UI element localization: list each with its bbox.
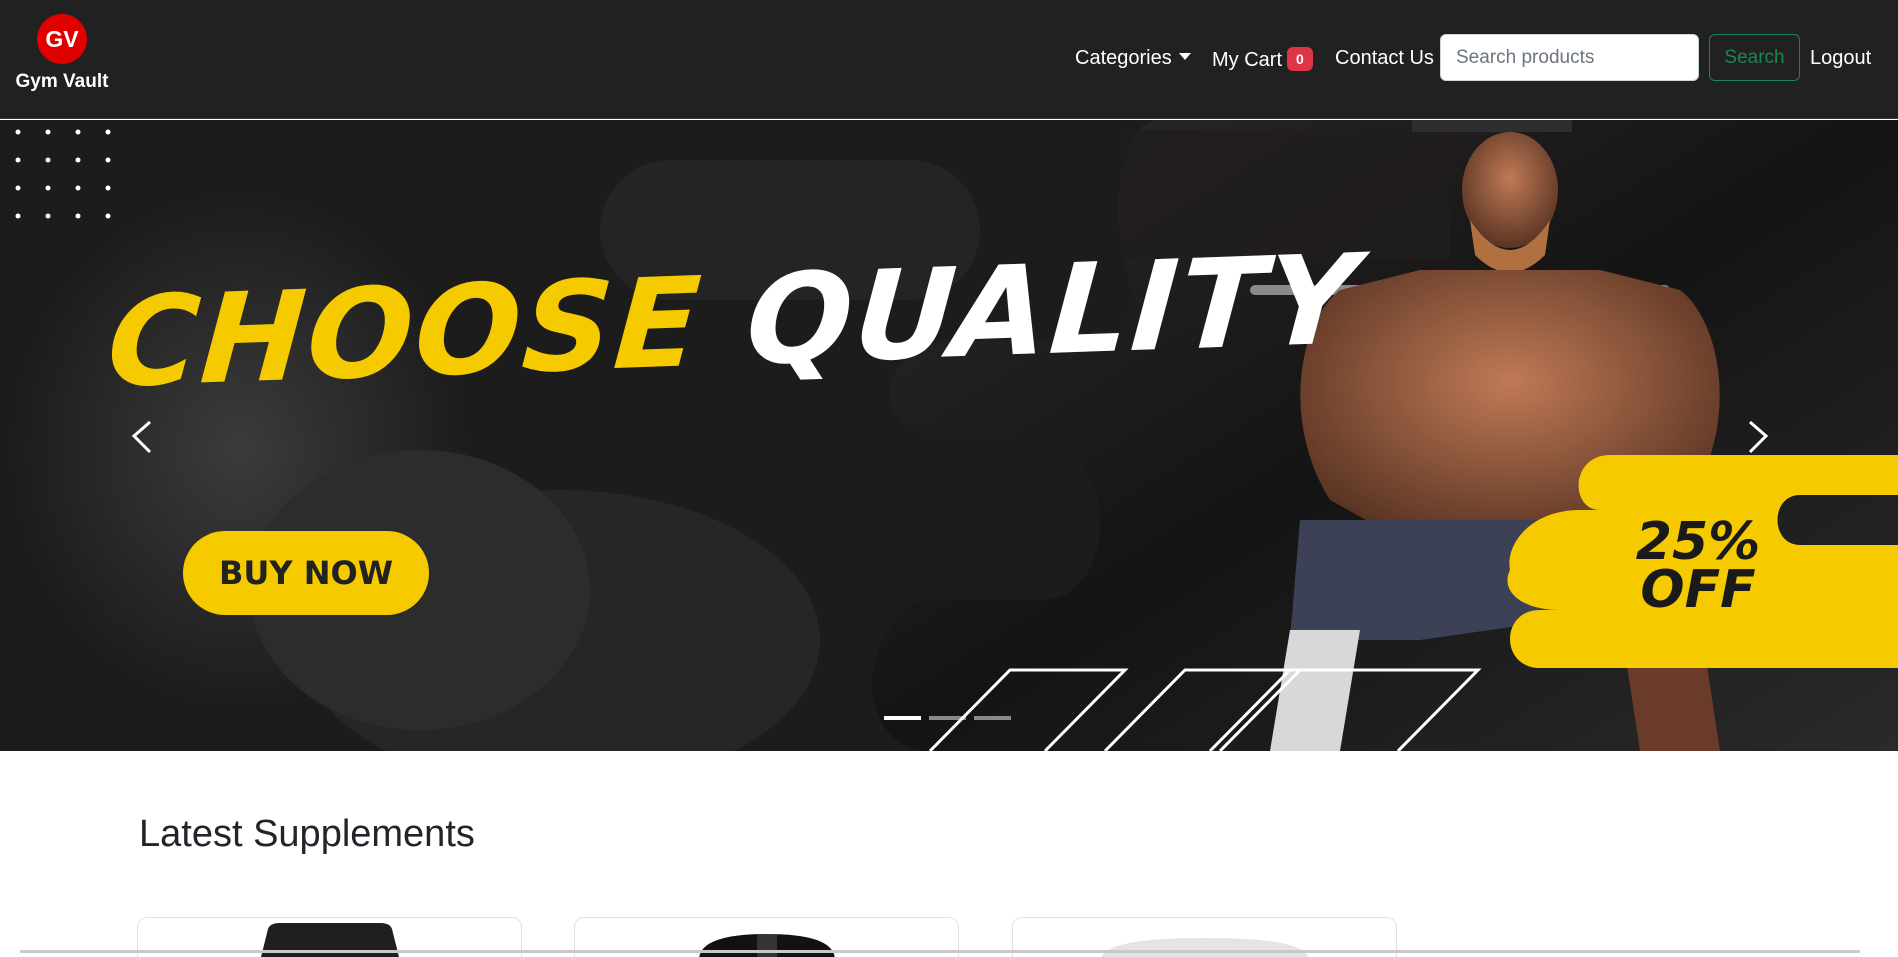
product-image bbox=[1101, 938, 1308, 957]
navbar: GV Gym Vault Categories My Cart 0 Contact… bbox=[0, 0, 1898, 119]
chevron-left-icon bbox=[131, 420, 152, 454]
logout-link[interactable]: Logout bbox=[1810, 47, 1871, 70]
categories-label: Categories bbox=[1075, 47, 1172, 69]
carousel-indicators bbox=[884, 716, 1011, 720]
caret-down-icon bbox=[1178, 53, 1191, 60]
search-button[interactable]: Search bbox=[1709, 34, 1800, 81]
offer-text: 25% OFF bbox=[1628, 512, 1768, 620]
offer-off: OFF bbox=[1640, 560, 1756, 620]
section-title: Latest Supplements bbox=[139, 813, 475, 855]
search-input[interactable] bbox=[1440, 34, 1699, 81]
buy-now-button[interactable]: BUY NOW bbox=[183, 531, 429, 615]
headline-choose: CHOOSE bbox=[103, 251, 707, 416]
cart-label: My Cart bbox=[1212, 49, 1282, 71]
slide-indicator-2[interactable] bbox=[929, 716, 966, 720]
contact-link[interactable]: Contact Us bbox=[1335, 47, 1434, 70]
slide-indicator-1[interactable] bbox=[884, 716, 921, 720]
cart-link[interactable]: My Cart 0 bbox=[1212, 47, 1313, 72]
brand-name[interactable]: Gym Vault bbox=[8, 71, 116, 93]
hero-carousel: CHOOSE QUALITY BUY NOW 25% OFF bbox=[0, 120, 1898, 751]
carousel-prev-button[interactable] bbox=[112, 406, 172, 466]
chevron-right-icon bbox=[1748, 420, 1769, 454]
cart-count-badge: 0 bbox=[1287, 47, 1313, 71]
brand[interactable]: GV Gym Vault bbox=[8, 14, 116, 93]
headline-quality: QUALITY bbox=[741, 228, 1364, 394]
carousel-next-button[interactable] bbox=[1728, 406, 1788, 466]
categories-dropdown[interactable]: Categories bbox=[1075, 47, 1191, 70]
banner-background bbox=[0, 120, 1898, 751]
brand-logo[interactable]: GV bbox=[37, 14, 87, 64]
offer-percent: 25% bbox=[1635, 512, 1761, 572]
slide-indicator-3[interactable] bbox=[974, 716, 1011, 720]
